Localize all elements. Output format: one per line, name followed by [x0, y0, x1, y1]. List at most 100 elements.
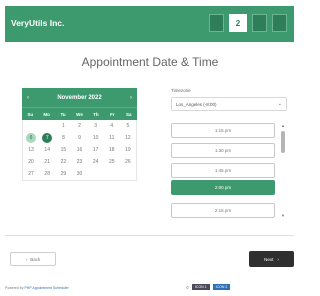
calendar-day[interactable]: 30: [71, 168, 87, 180]
time-slot-option[interactable]: 2:15 pm: [171, 203, 275, 218]
calendar-day-number: 2: [78, 123, 81, 129]
calendar-day[interactable]: 15: [55, 144, 71, 156]
calendar-day[interactable]: 29: [55, 168, 71, 180]
next-button[interactable]: Next ›: [249, 251, 294, 267]
calendar-day-number: 23: [76, 159, 83, 165]
next-month-button[interactable]: ›: [130, 95, 132, 101]
calendar-day[interactable]: 28: [39, 168, 55, 180]
calendar-month-label: November 2022: [57, 94, 102, 101]
weekday-label: Sa: [126, 111, 132, 117]
calendar-day-number: 15: [60, 147, 67, 153]
calendar-day[interactable]: 22: [55, 156, 71, 168]
top-header-bar: VeryUtils Inc. 2: [5, 6, 294, 42]
calendar-day-number: 8: [61, 135, 65, 141]
chevron-down-icon: ⌄: [277, 101, 282, 107]
calendar-day-number: 17: [92, 147, 99, 153]
calendar-day[interactable]: 11: [104, 132, 120, 144]
copyright-text: ©: [186, 284, 189, 290]
step-1-indicator[interactable]: [209, 14, 224, 32]
timezone-select[interactable]: Los_Angeles (-8:00) ⌄: [171, 97, 287, 111]
time-slot-option[interactable]: 2:00 pm: [171, 180, 275, 195]
calendar-day-number: 14: [44, 147, 50, 153]
calendar-day[interactable]: 26: [120, 156, 136, 168]
calendar-day[interactable]: 13: [23, 144, 39, 156]
chevron-left-icon: ‹: [25, 256, 28, 262]
calendar-empty-cell: [120, 168, 136, 180]
time-slot-option[interactable]: 1:30 pm: [171, 143, 275, 158]
scroll-up-arrow-icon[interactable]: ▲: [280, 123, 286, 128]
calendar-day[interactable]: 27: [23, 168, 39, 180]
calendar-day[interactable]: 3: [88, 120, 104, 132]
calendar-day-number: 30: [76, 171, 83, 177]
time-slot-option[interactable]: 1:45 pm: [171, 163, 275, 178]
step-4-indicator[interactable]: [272, 14, 287, 32]
scroll-down-arrow-icon[interactable]: ▼: [280, 213, 286, 218]
calendar-day[interactable]: 20: [23, 156, 39, 168]
calendar-day[interactable]: 14: [39, 144, 55, 156]
calendar-day[interactable]: 7: [39, 132, 55, 144]
calendar-day-number: 28: [44, 171, 50, 177]
calendar-day-number: 4: [110, 123, 114, 129]
weekday-label: Mo: [43, 111, 50, 117]
calendar-day[interactable]: 8: [55, 132, 71, 144]
prev-month-button[interactable]: ‹: [27, 95, 29, 101]
calendar-day[interactable]: 25: [104, 156, 120, 168]
calendar-day[interactable]: 12: [120, 132, 136, 144]
calendar-day-number: 22: [60, 159, 67, 165]
calendar-day[interactable]: 4: [104, 120, 120, 132]
weekday-label: Su: [27, 111, 34, 117]
calendar-day[interactable]: 5: [120, 120, 136, 132]
calendar-day[interactable]: 21: [39, 156, 55, 168]
weekday-label: Th: [93, 111, 99, 117]
calendar-day-number: 19: [125, 147, 131, 153]
footer-badge-2[interactable]: ICON 2: [212, 284, 231, 290]
calendar-day[interactable]: 6: [23, 132, 39, 144]
back-button[interactable]: ‹ Back: [10, 252, 56, 266]
scrollbar-thumb[interactable]: [281, 131, 285, 153]
calendar-day[interactable]: 16: [71, 144, 87, 156]
calendar-day[interactable]: 10: [88, 132, 104, 144]
calendar-day-number: 12: [125, 135, 131, 141]
footer-badges: © ICON 1 ICON 2: [186, 284, 231, 290]
calendar-day-number: 11: [109, 135, 115, 141]
calendar-day-number: 6: [26, 133, 37, 143]
calendar-day[interactable]: 24: [88, 156, 104, 168]
back-button-label: Back: [30, 256, 41, 262]
date-picker-calendar: ‹ November 2022 › Su Mo Tu We Th Fr Sa 1234567…: [22, 88, 137, 193]
page-title: Appointment Date & Time: [81, 55, 219, 69]
calendar-day-number: 21: [44, 159, 50, 165]
calendar-day[interactable]: 2: [71, 120, 87, 132]
timezone-value: Los_Angeles (-8:00): [176, 102, 217, 107]
timezone-label: Timezone: [171, 88, 191, 93]
footer-divider: [5, 235, 294, 236]
step-3-indicator[interactable]: [252, 14, 267, 32]
calendar-day-number: 13: [28, 147, 34, 153]
powered-by-footer: Powered by PHP Appointment Scheduler: [5, 286, 69, 290]
calendar-day[interactable]: 18: [104, 144, 120, 156]
powered-by-text: Powered by: [5, 286, 24, 290]
calendar-day-number: 7: [42, 133, 53, 143]
calendar-day-number: 16: [76, 147, 83, 153]
calendar-days-grid: 1 2 3 4 5 6 7 8 9 10 11 12 13 14 15 16 17 18 19 20 21 22 23 24 2…: [22, 120, 137, 181]
calendar-day-number: 5: [126, 123, 130, 129]
calendar-day-number: 25: [108, 159, 115, 165]
calendar-day-number: 18: [108, 147, 115, 153]
footer-badge-1[interactable]: ICON 1: [191, 284, 210, 290]
calendar-day-number: 29: [60, 171, 67, 177]
time-slot-option[interactable]: 1:15 pm: [171, 123, 275, 138]
calendar-day[interactable]: 17: [88, 144, 104, 156]
calendar-empty-cell: [104, 168, 120, 180]
chevron-right-icon: ›: [277, 256, 279, 262]
calendar-day[interactable]: 19: [120, 144, 136, 156]
calendar-day-number: 26: [125, 159, 131, 165]
calendar-day[interactable]: 9: [71, 132, 87, 144]
calendar-day[interactable]: 1: [55, 120, 71, 132]
calendar-day-number: 24: [92, 159, 99, 165]
powered-by-link[interactable]: PHP Appointment Scheduler: [24, 286, 68, 290]
calendar-weekday-row: Su Mo Tu We Th Fr Sa: [22, 107, 137, 120]
time-slot-scrollbar[interactable]: ▲ ▼: [280, 123, 286, 218]
calendar-day-number: 3: [94, 123, 98, 129]
calendar-day[interactable]: 23: [71, 156, 87, 168]
step-2-indicator[interactable]: 2: [229, 14, 247, 32]
calendar-day-number: 10: [92, 135, 99, 141]
